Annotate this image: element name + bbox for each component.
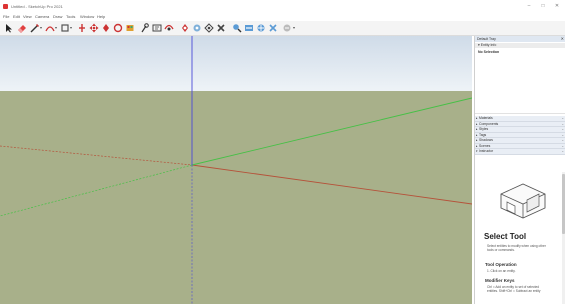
tray-title: Default Tray <box>477 37 496 41</box>
eraser-icon[interactable] <box>17 23 27 33</box>
menu-help[interactable]: Help <box>97 14 105 19</box>
panel-label: Components <box>479 121 499 126</box>
chevron-down-icon: ⌄ <box>561 116 564 120</box>
push-pull-icon[interactable] <box>77 23 87 33</box>
panel-label: Materials <box>479 116 493 120</box>
instructor-description: Select entities to modify when using oth… <box>487 244 546 252</box>
warehouse-icon[interactable] <box>256 23 266 33</box>
rotate-icon[interactable] <box>101 23 111 33</box>
modifier-keys-heading: Modifier Keys <box>485 278 515 283</box>
house-illustration <box>500 183 546 219</box>
instructor-title: Select Tool <box>484 232 527 241</box>
modeling-viewport[interactable] <box>0 36 472 304</box>
maximize-button[interactable]: □ <box>538 3 548 10</box>
offset-icon[interactable] <box>113 23 123 33</box>
sketchup-logo-icon <box>3 4 8 9</box>
sky <box>0 36 472 91</box>
account-icon[interactable] <box>282 23 292 33</box>
arc-dropdown-icon[interactable]: ▾ <box>55 26 59 30</box>
modifier-keys-text: Ctrl = Add an entity to set of selected … <box>487 285 541 293</box>
menu-view[interactable]: View <box>23 14 32 19</box>
panel-label: Shadows <box>479 138 493 142</box>
zoom-icon[interactable] <box>192 23 202 33</box>
tool-operation-heading: Tool Operation <box>485 262 517 267</box>
panel-label: Scenes <box>479 143 491 148</box>
move-icon[interactable] <box>89 23 99 33</box>
chevron-down-icon: ⌄ <box>561 138 564 142</box>
chevron-down-icon: ⌄ <box>561 121 564 126</box>
line-icon[interactable] <box>30 23 40 33</box>
panel-label: Tags <box>479 132 487 137</box>
ground-plane <box>0 91 472 304</box>
menu-draw[interactable]: Draw <box>53 14 62 19</box>
viewport-canvas[interactable] <box>0 36 472 304</box>
collapsed-panels-list: ▸ Materials ⌄ ▸ Components ⌄ ▸ Styles ⌄ ▸ Tags ⌄… <box>475 116 565 155</box>
panel-instructor[interactable]: ▾ Instructor ⌄ <box>475 149 565 155</box>
chevron-down-icon: ⌄ <box>561 127 564 131</box>
line-dropdown-icon[interactable]: ▾ <box>40 26 44 30</box>
zoom-extents-icon[interactable] <box>204 23 214 33</box>
rectangle-icon[interactable] <box>60 23 70 33</box>
expand-arrow-icon: ▸ <box>476 138 478 142</box>
menu-camera[interactable]: Camera <box>35 14 49 19</box>
menu-bar: File Edit View Camera Draw Tools Window … <box>0 13 565 21</box>
panel-label: Instructor <box>479 149 494 153</box>
chevron-down-icon: ⌄ <box>561 132 564 137</box>
expand-arrow-icon: ▾ <box>476 149 478 153</box>
entity-info-label: Entity Info <box>480 43 497 47</box>
title-bar: Untitled - SketchUp Pro 2021 – □ ✕ <box>0 0 565 13</box>
large-toolset-toolbar: ▾ ▾ ▾ ▾ <box>0 21 565 36</box>
previous-view-icon[interactable] <box>216 23 226 33</box>
rectangle-dropdown-icon[interactable]: ▾ <box>70 26 74 30</box>
select-icon[interactable] <box>4 23 14 33</box>
paint-bucket-icon[interactable] <box>125 23 135 33</box>
tray-header: Default Tray ✕ <box>475 36 565 42</box>
tape-measure-icon[interactable] <box>140 23 150 33</box>
orbit-icon[interactable] <box>164 23 174 33</box>
extension-icon[interactable] <box>268 23 278 33</box>
close-button[interactable]: ✕ <box>552 3 562 10</box>
instructor-panel: Select Tool Select entities to modify wh… <box>475 172 565 304</box>
minimize-button[interactable]: – <box>524 3 534 10</box>
tray-close-icon[interactable]: ✕ <box>561 36 564 42</box>
expand-arrow-icon: ▸ <box>476 132 478 137</box>
chevron-down-icon: ⌄ <box>561 149 564 153</box>
menu-edit[interactable]: Edit <box>13 14 20 19</box>
text-icon[interactable] <box>152 23 162 33</box>
default-tray: Default Tray ✕ ▾ Entity Info No Selectio… <box>474 36 565 304</box>
walk-icon[interactable] <box>232 23 242 33</box>
arc-icon[interactable] <box>45 23 55 33</box>
account-dropdown-icon[interactable]: ▾ <box>293 26 297 30</box>
menu-tools[interactable]: Tools <box>66 14 75 19</box>
section-plane-icon[interactable] <box>244 23 254 33</box>
expand-arrow-icon: ▸ <box>476 127 478 131</box>
entity-info-panel <box>475 48 565 114</box>
pan-icon[interactable] <box>180 23 190 33</box>
expand-arrow-icon: ▸ <box>476 121 478 126</box>
menu-window[interactable]: Window <box>80 14 94 19</box>
expand-arrow-icon: ▸ <box>476 116 478 120</box>
chevron-down-icon: ⌄ <box>561 143 564 148</box>
no-selection-label: No Selection <box>478 50 500 54</box>
tool-operation-step: 1. Click on an entity. <box>487 269 516 273</box>
panel-label: Styles <box>479 127 489 131</box>
window-title: Untitled - SketchUp Pro 2021 <box>11 4 63 9</box>
expand-arrow-icon: ▸ <box>476 143 478 148</box>
menu-file[interactable]: File <box>3 14 9 19</box>
